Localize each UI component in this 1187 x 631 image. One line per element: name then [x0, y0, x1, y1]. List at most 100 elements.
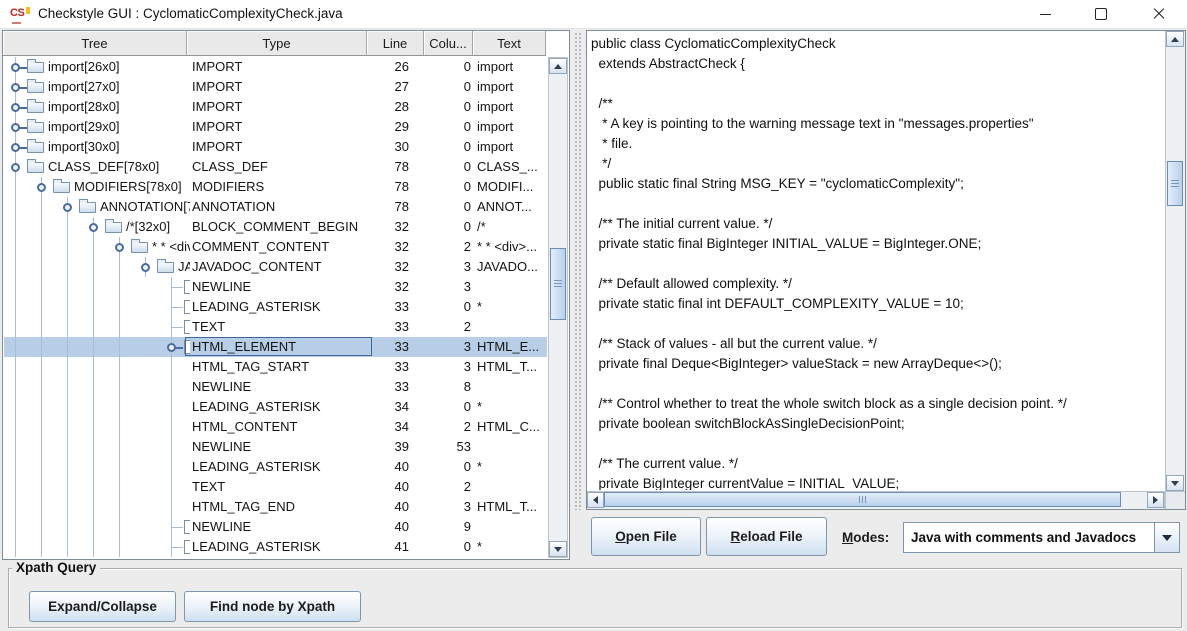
cell-text: *: [477, 537, 547, 557]
column-header-text[interactable]: Text: [473, 31, 546, 56]
tree-line: [93, 297, 94, 317]
tree-table-row[interactable]: NEWLINE338: [4, 377, 547, 397]
minimize-icon: [1040, 14, 1051, 15]
tree-line: [15, 297, 16, 317]
tree-table-row[interactable]: TEXT332: [4, 317, 547, 337]
logo-text: CS: [10, 7, 24, 19]
open-file-button[interactable]: Open File: [591, 517, 701, 556]
code-scroll-left-button[interactable]: [587, 492, 604, 508]
modes-label: Modes:: [842, 522, 889, 553]
tree-line: [15, 477, 16, 497]
combo-dropdown-button[interactable]: [1154, 523, 1179, 552]
tree-table-row[interactable]: import[29x0]IMPORT290import: [4, 117, 547, 137]
tree-line: [172, 527, 183, 528]
collapse-toggle-icon[interactable]: [37, 183, 46, 192]
tree-scrollbar-thumb[interactable]: [550, 248, 566, 320]
cell-column: 0: [428, 457, 471, 477]
tree-table-row[interactable]: HTML_CONTENT342HTML_C...: [4, 417, 547, 437]
expand-collapse-button[interactable]: Expand/Collapse: [29, 591, 176, 622]
tree-table-row[interactable]: import[28x0]IMPORT280import: [4, 97, 547, 117]
tree-table-row[interactable]: NEWLINE409: [4, 517, 547, 537]
code-vertical-scrollbar[interactable]: [1165, 31, 1185, 491]
cell-column: 0: [428, 57, 471, 77]
cell-type: IMPORT: [192, 137, 368, 157]
cell-text: import: [477, 57, 547, 77]
code-scroll-right-button[interactable]: [1147, 492, 1164, 508]
titlebar[interactable]: CS Checkstyle GUI : CyclomaticComplexity…: [0, 0, 1187, 29]
collapse-toggle-icon[interactable]: [63, 203, 72, 212]
tree-line: [67, 497, 68, 517]
cell-line: 78: [370, 177, 409, 197]
tree-line: [67, 437, 68, 457]
tree-cell: [4, 517, 190, 537]
code-scroll-up-button[interactable]: [1166, 31, 1184, 47]
code-scroll-down-button[interactable]: [1166, 475, 1184, 491]
modes-combobox[interactable]: Java with comments and Javadocs: [903, 522, 1180, 553]
tree-table-row[interactable]: import[30x0]IMPORT300import: [4, 137, 547, 157]
tree-table-row[interactable]: import[27x0]IMPORT270import: [4, 77, 547, 97]
cell-text: CLASS_...: [477, 157, 547, 177]
minimize-button[interactable]: [1025, 0, 1065, 28]
tree-table-row[interactable]: CLASS_DEF[78x0]CLASS_DEF780CLASS_...: [4, 157, 547, 177]
code-horizontal-scrollbar[interactable]: [587, 491, 1165, 509]
tree-table-row[interactable]: LEADING_ASTERISK410*: [4, 537, 547, 557]
collapse-toggle-icon[interactable]: [141, 263, 150, 272]
reload-file-button[interactable]: Reload File: [706, 517, 827, 556]
tree-table-row[interactable]: NEWLINE323: [4, 277, 547, 297]
tree-table-row[interactable]: LEADING_ASTERISK330*: [4, 297, 547, 317]
tree-line: [67, 257, 68, 277]
tree-table-row[interactable]: MODIFIERS[78x0]MODIFIERS780MODIFI...: [4, 177, 547, 197]
column-header-type[interactable]: Type: [187, 31, 367, 56]
tree-table-row[interactable]: import[26x0]IMPORT260import: [4, 57, 547, 77]
find-node-by-xpath-button[interactable]: Find node by Xpath: [184, 591, 361, 622]
column-header-tree[interactable]: Tree: [3, 31, 187, 56]
cell-type: LEADING_ASTERISK: [192, 537, 368, 557]
tree-line: [41, 237, 42, 257]
code-text[interactable]: public class CyclomaticComplexityCheck e…: [587, 31, 1164, 490]
split-pane-divider[interactable]: [570, 30, 586, 560]
cell-text: /*: [477, 217, 547, 237]
tree-line: [15, 397, 16, 417]
cell-line: 32: [370, 277, 409, 297]
column-header-line[interactable]: Line: [367, 31, 424, 56]
tree-line: [119, 477, 120, 497]
scroll-down-button[interactable]: [549, 541, 567, 557]
scroll-up-button[interactable]: [549, 58, 567, 74]
leaf-icon: [184, 280, 190, 294]
code-scrollbar-thumb[interactable]: [1167, 161, 1183, 206]
cell-text: *: [477, 457, 547, 477]
tree-table-row[interactable]: HTML_ELEMENT333HTML_E...: [4, 337, 547, 357]
tree-table-row[interactable]: LEADING_ASTERISK400*: [4, 457, 547, 477]
maximize-button[interactable]: [1081, 0, 1121, 28]
tree-table-row[interactable]: * * <div>...COMMENT_CONTENT322* * <div>.…: [4, 237, 547, 257]
tree-cell: [4, 477, 190, 497]
tree-line: [41, 337, 42, 357]
ast-tree-pane: TreeTypeLineColu...Text import[26x0]IMPO…: [2, 30, 570, 560]
tree-line: [171, 377, 172, 397]
cell-column: 2: [428, 317, 471, 337]
collapse-toggle-icon[interactable]: [89, 223, 98, 232]
tree-table-row[interactable]: /*[32x0]BLOCK_COMMENT_BEGIN320/*: [4, 217, 547, 237]
tree-table-row[interactable]: NEWLINE3953: [4, 437, 547, 457]
code-hscrollbar-thumb[interactable]: [604, 492, 1121, 507]
tree-cell: import[28x0]: [4, 97, 190, 117]
tree-line: [93, 397, 94, 417]
tree-table-row[interactable]: HTML_TAG_START333HTML_T...: [4, 357, 547, 377]
tree-table-row[interactable]: LEADING_ASTERISK340*: [4, 397, 547, 417]
tree-table-row[interactable]: ANNOTATION[78x0]ANNOTATION780ANNOT...: [4, 197, 547, 217]
column-header-colu[interactable]: Colu...: [424, 31, 473, 56]
folder-icon: [79, 202, 96, 213]
leaf-icon: [184, 520, 190, 534]
tree-table-row[interactable]: HTML_TAG_END403HTML_T...: [4, 497, 547, 517]
tree-line: [15, 257, 16, 277]
tree-vertical-scrollbar[interactable]: [548, 57, 568, 558]
tree-cell: [4, 497, 190, 517]
cell-type: NEWLINE: [192, 277, 368, 297]
close-button[interactable]: [1139, 0, 1179, 28]
tree-table-row[interactable]: JAVADOC_CONTENT[32x3]JAVADOC_CONTENT323J…: [4, 257, 547, 277]
collapse-toggle-icon[interactable]: [11, 163, 20, 172]
tree-table-row[interactable]: TEXT402: [4, 477, 547, 497]
collapse-toggle-icon[interactable]: [115, 243, 124, 252]
tree-node-label: JAVADOC_CONTENT[32x3]: [178, 257, 190, 277]
scroll-up-icon: [554, 64, 562, 69]
